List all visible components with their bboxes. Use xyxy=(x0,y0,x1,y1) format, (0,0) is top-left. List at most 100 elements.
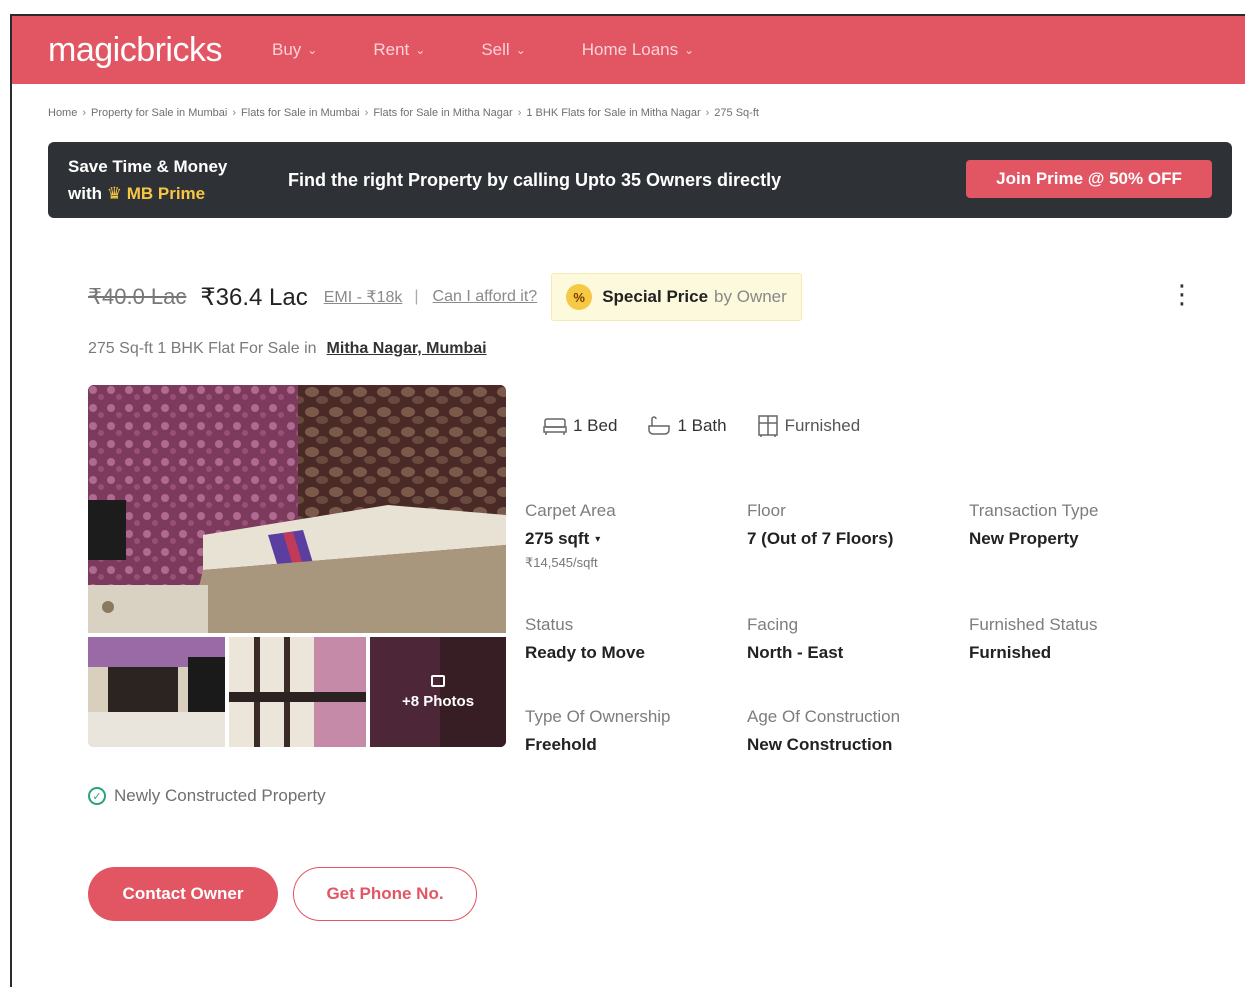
emi-link[interactable]: EMI - ₹18k xyxy=(324,287,403,307)
wardrobe-icon xyxy=(757,415,778,437)
bedroom-photo xyxy=(88,385,506,633)
age-cell: Age Of Construction New Construction xyxy=(747,707,967,755)
contact-owner-button[interactable]: Contact Owner xyxy=(88,867,278,921)
prime-line2: with ♛ MB Prime xyxy=(68,180,268,207)
crown-icon: ♛ xyxy=(106,184,122,203)
facing-label: Facing xyxy=(747,615,799,634)
breadcrumb-current: 275 Sq-ft xyxy=(714,107,759,119)
carpet-area-value[interactable]: 275 sqft ▾ xyxy=(525,529,745,549)
magicbricks-logo[interactable]: magicbricks xyxy=(48,31,222,70)
breadcrumb-flats-mumbai[interactable]: Flats for Sale in Mumbai xyxy=(241,107,360,119)
listing-subtitle: 275 Sq-ft 1 BHK Flat For Sale in Mitha N… xyxy=(88,340,487,358)
status-label: Status xyxy=(525,615,574,634)
facing-cell: Facing North - East xyxy=(747,615,967,663)
caret-down-icon: ▾ xyxy=(595,533,601,545)
afford-link[interactable]: Can I afford it? xyxy=(433,288,538,306)
newly-constructed-note: ✓ Newly Constructed Property xyxy=(88,786,326,806)
image-icon xyxy=(431,674,445,687)
breadcrumb-separator: › xyxy=(82,107,87,119)
breadcrumb: Home › Property for Sale in Mumbai › Fla… xyxy=(48,107,759,119)
join-prime-button[interactable]: Join Prime @ 50% OFF xyxy=(966,160,1212,198)
get-phone-button[interactable]: Get Phone No. xyxy=(293,867,477,921)
floor-label: Floor xyxy=(747,501,786,520)
bath-amenity: 1 Bath xyxy=(647,415,727,437)
newly-constructed-label: Newly Constructed Property xyxy=(114,786,326,805)
price-row: ₹40.0 Lac ₹36.4 Lac EMI - ₹18k | Can I a… xyxy=(88,272,802,322)
floor-value: 7 (Out of 7 Floors) xyxy=(747,529,894,548)
main-photo[interactable] xyxy=(88,385,506,633)
chevron-down-icon: ⌄ xyxy=(415,43,426,57)
carpet-area-text: 275 sqft xyxy=(525,529,590,548)
nav-rent-label: Rent xyxy=(373,40,410,59)
special-price-badge: % Special Price by Owner xyxy=(551,273,802,321)
location-link[interactable]: Mitha Nagar, Mumbai xyxy=(327,340,487,358)
page-frame: magicbricks Buy ⌄ Rent ⌄ Sell ⌄ Home Loa… xyxy=(10,14,1245,987)
age-value: New Construction xyxy=(747,735,893,754)
furnished-status-value: Furnished xyxy=(969,643,1052,662)
nav-buy[interactable]: Buy ⌄ xyxy=(272,40,317,60)
site-header: magicbricks Buy ⌄ Rent ⌄ Sell ⌄ Home Loa… xyxy=(12,16,1245,84)
nav-rent[interactable]: Rent ⌄ xyxy=(373,40,425,60)
hall-photo xyxy=(88,637,225,747)
breadcrumb-property-mumbai[interactable]: Property for Sale in Mumbai xyxy=(91,107,227,119)
prime-tagline: Save Time & Money with ♛ MB Prime xyxy=(68,153,268,207)
status-cell: Status Ready to Move xyxy=(525,615,745,663)
thumbnail-strip: +8 Photos xyxy=(88,637,506,747)
chevron-down-icon: ⌄ xyxy=(684,43,695,57)
thumbnail-1[interactable] xyxy=(88,637,225,747)
transaction-cell: Transaction Type New Property xyxy=(969,501,1189,549)
chevron-down-icon: ⌄ xyxy=(307,43,318,57)
facing-value: North - East xyxy=(747,643,844,662)
floor-cell: Floor 7 (Out of 7 Floors) xyxy=(747,501,967,549)
breadcrumb-separator: › xyxy=(705,107,710,119)
furnished-status-cell: Furnished Status Furnished xyxy=(969,615,1189,663)
wardrobe-photo xyxy=(229,637,366,747)
thumbnail-2[interactable] xyxy=(229,637,366,747)
ownership-label: Type Of Ownership xyxy=(525,707,671,726)
nav-sell[interactable]: Sell ⌄ xyxy=(481,40,525,60)
breadcrumb-1bhk-mitha-nagar[interactable]: 1 BHK Flats for Sale in Mitha Nagar xyxy=(526,107,700,119)
more-photos-label: +8 Photos xyxy=(401,692,475,710)
special-price-label: Special Price xyxy=(602,287,709,306)
breadcrumb-flats-mitha-nagar[interactable]: Flats for Sale in Mitha Nagar xyxy=(373,107,512,119)
ownership-cell: Type Of Ownership Freehold xyxy=(525,707,745,755)
carpet-area-cell: Carpet Area 275 sqft ▾ ₹14,545/sqft xyxy=(525,501,745,571)
age-label: Age Of Construction xyxy=(747,707,901,726)
prime-banner: Save Time & Money with ♛ MB Prime Find t… xyxy=(48,142,1232,218)
bathtub-icon xyxy=(648,416,671,435)
breadcrumb-home[interactable]: Home xyxy=(48,107,77,119)
amenities-row: 1 Bed 1 Bath Furnished xyxy=(543,414,890,438)
divider: | xyxy=(414,288,419,305)
nav-buy-label: Buy xyxy=(271,40,302,59)
bed-count: 1 Bed xyxy=(573,416,618,435)
listing-description: 275 Sq-ft 1 BHK Flat For Sale in xyxy=(88,340,317,357)
more-options-icon[interactable]: ⋮ xyxy=(1169,280,1195,308)
furnished-label: Furnished xyxy=(784,416,861,435)
prime-brand: MB Prime xyxy=(126,184,206,203)
bed-icon xyxy=(543,418,567,435)
chevron-down-icon: ⌄ xyxy=(515,43,526,57)
transaction-value: New Property xyxy=(969,529,1079,548)
percent-icon: % xyxy=(566,284,593,310)
nav-home-loans-label: Home Loans xyxy=(581,40,679,59)
thumbnail-3[interactable]: +8 Photos xyxy=(370,637,506,747)
nav-home-loans[interactable]: Home Loans ⌄ xyxy=(582,40,694,60)
more-photos-overlay[interactable]: +8 Photos xyxy=(370,637,506,747)
prime-with: with xyxy=(68,184,102,203)
bed-amenity: 1 Bed xyxy=(543,416,617,436)
furnished-status-label: Furnished Status xyxy=(969,615,1098,634)
status-value: Ready to Move xyxy=(525,643,645,662)
carpet-area-label: Carpet Area xyxy=(525,501,616,520)
breadcrumb-separator: › xyxy=(517,107,522,119)
price-per-sqft: ₹14,545/sqft xyxy=(525,555,598,570)
furnished-amenity: Furnished xyxy=(757,414,861,438)
bath-count: 1 Bath xyxy=(677,416,727,435)
prime-message: Find the right Property by calling Upto … xyxy=(288,169,782,190)
transaction-label: Transaction Type xyxy=(969,501,1099,520)
check-circle-icon: ✓ xyxy=(88,787,106,805)
breadcrumb-separator: › xyxy=(232,107,237,119)
breadcrumb-separator: › xyxy=(364,107,369,119)
current-price: ₹36.4 Lac xyxy=(200,283,308,311)
special-price-owner: by Owner xyxy=(714,287,787,306)
old-price: ₹40.0 Lac xyxy=(88,284,187,309)
